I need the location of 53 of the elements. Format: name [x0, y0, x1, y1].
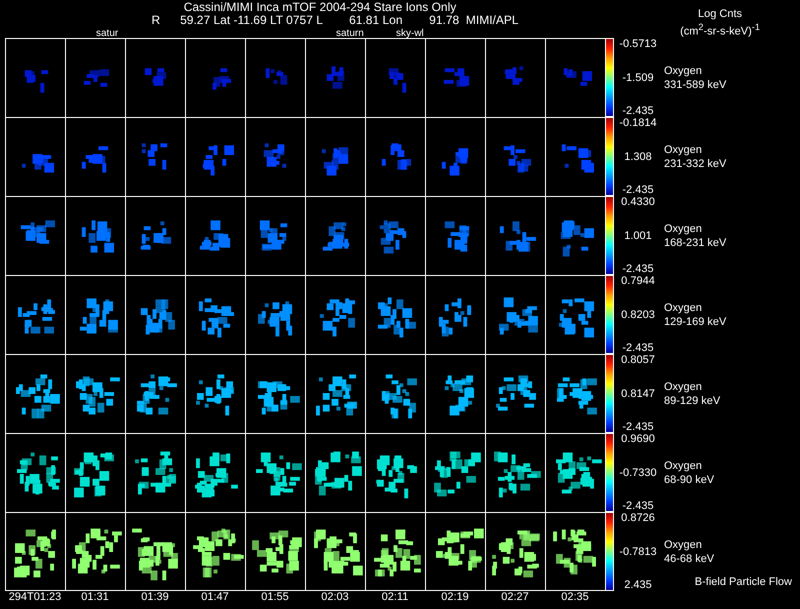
energy-range: 68-90 keV: [664, 472, 716, 486]
species-label: Oxygen: [664, 222, 703, 236]
species-label: Oxygen: [664, 380, 703, 394]
units-label: Log Cnts: [698, 8, 742, 21]
time-label: 01:55: [260, 591, 290, 603]
time-label: 294T01:23: [8, 591, 62, 603]
energy-range: 331-589 keV: [664, 78, 728, 92]
direction-marker: satur: [96, 29, 118, 38]
energy-range: 168-231 keV: [664, 236, 728, 250]
scale-max: -0.5713: [619, 38, 657, 50]
time-label: 02:27: [500, 591, 530, 603]
scale-min: -2.435: [622, 184, 654, 196]
energy-range: 89-129 keV: [664, 394, 722, 408]
scale-min: -2.435: [622, 342, 654, 354]
scale-max: 0.8726: [621, 512, 655, 524]
units-formula: (cm$^{2}$-sr-s-keV)$^{-1}$: [680, 21, 760, 39]
scale-max: 0.9690: [621, 433, 655, 445]
ephemeris-line: R 59.27 Lat -11.69 LT 0757 L 61.81 Lon 91.78 MIMI/APL: [150, 14, 519, 27]
scale-max: 0.8057: [621, 354, 655, 366]
scale-max: 0.4330: [621, 196, 655, 208]
time-label: 01:39: [140, 591, 170, 603]
time-label: 01:31: [80, 591, 110, 603]
scale-mid: -1.509: [622, 72, 654, 84]
time-label: 02:03: [320, 591, 350, 603]
scale-max: 0.7944: [621, 275, 655, 287]
legend-note: B-field Particle Flow: [694, 575, 792, 589]
scale-mid: 0.8203: [621, 308, 655, 320]
species-label: Oxygen: [664, 64, 703, 78]
scale-min: -2.435: [622, 105, 654, 117]
scale-mid: 1.001: [624, 230, 652, 242]
time-label: 02:19: [440, 591, 470, 603]
direction-marker: sky-wl: [396, 29, 424, 38]
scale-min: -2.435: [622, 263, 654, 275]
direction-marker: saturn: [336, 29, 364, 38]
plot-title: Cassini/MIMI Inca mTOF 2004-294 Stare Ions Only: [184, 1, 456, 14]
scale-min: 2.435: [624, 579, 652, 591]
time-label: 01:47: [200, 591, 230, 603]
scale-mid: 1.308: [624, 150, 652, 162]
scale-max: -0.1814: [619, 117, 657, 129]
species-label: Oxygen: [664, 142, 703, 156]
scale-mid: 0.8147: [621, 388, 655, 400]
scale-mid: -0.7813: [619, 546, 657, 558]
energy-range: 129-169 keV: [664, 314, 728, 328]
scale-mid: -0.7330: [619, 466, 657, 478]
energy-range: 231-332 keV: [664, 156, 728, 170]
species-label: Oxygen: [664, 538, 703, 552]
species-label: Oxygen: [664, 300, 703, 314]
scale-min: -2.435: [622, 421, 654, 433]
scale-min: -2.435: [622, 500, 654, 512]
time-label: 02:11: [380, 591, 410, 603]
energy-range: 46-68 keV: [664, 552, 716, 566]
time-label: 02:35: [560, 591, 590, 603]
species-label: Oxygen: [664, 458, 703, 472]
